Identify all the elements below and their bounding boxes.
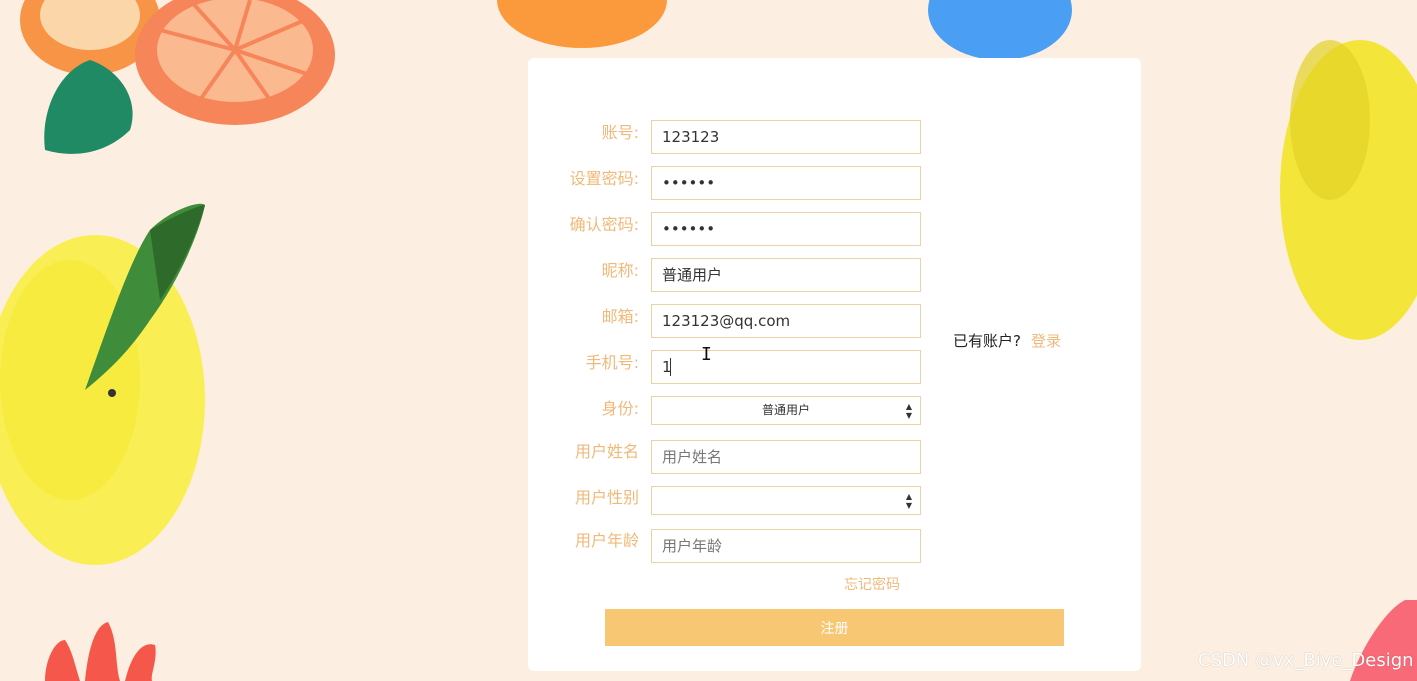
account-row: 账号: 123123 [528,120,1141,154]
login-link[interactable]: 登录 [1031,332,1061,350]
updown-arrows-icon: ▲ ▼ [905,492,912,510]
nickname-row: 昵称: 普通用户 [528,258,1141,292]
phone-input[interactable]: 1 [651,350,921,384]
nickname-label: 昵称: [601,261,639,280]
register-button[interactable]: 注册 [605,609,1064,646]
real-name-label: 用户姓名 [574,442,639,461]
confirm-password-row: 确认密码: •••••• [528,212,1141,246]
phone-row: 手机号: 1 [528,350,1141,384]
age-label: 用户年龄 [574,531,639,550]
real-name-row: 用户姓名 [528,440,1141,474]
email-label: 邮箱: [601,307,639,326]
lemon-illustration [0,203,205,565]
confirm-password-label: 确认密码: [569,215,639,234]
updown-arrows-icon: ▲ ▼ [905,402,912,420]
login-hint-text: 已有账户? [953,332,1021,350]
coral-illustration [45,622,156,681]
login-hint: 已有账户? 登录 [953,330,1061,351]
nickname-input[interactable]: 普通用户 [651,258,921,292]
orange-illustration [497,0,667,48]
password-input[interactable]: •••••• [651,166,921,200]
account-input[interactable]: 123123 [651,120,921,154]
blueberry-illustration [928,0,1072,60]
forgot-password-link[interactable]: 忘记密码 [844,574,900,594]
email-input[interactable]: 123123@qq.com [651,304,921,338]
watermark: CSDN @vx_Biye_Design [1198,650,1414,671]
age-row: 用户年龄 [528,529,1141,563]
password-label: 设置密码: [569,169,639,188]
register-card: 账号: 123123 设置密码: •••••• 确认密码: •••••• 昵称:… [528,58,1141,671]
confirm-password-input[interactable]: •••••• [651,212,921,246]
pear-illustration [1280,40,1417,340]
phone-label: 手机号: [585,353,639,372]
identity-selected: 普通用户 [761,403,810,417]
gender-select[interactable]: ▲ ▼ [651,486,921,515]
account-label: 账号: [601,123,639,142]
identity-select[interactable]: 普通用户 ▲ ▼ [651,396,921,425]
real-name-input[interactable] [651,440,921,474]
password-row: 设置密码: •••••• [528,166,1141,200]
identity-row: 身份: 普通用户 ▲ ▼ [528,396,1141,430]
age-input[interactable] [651,529,921,563]
identity-label: 身份: [601,399,639,418]
gender-row: 用户性别 ▲ ▼ [528,486,1141,520]
text-cursor-icon: I [701,344,712,365]
leaf-illustration [44,60,133,154]
gender-label: 用户性别 [574,488,639,507]
text-caret [670,358,671,376]
